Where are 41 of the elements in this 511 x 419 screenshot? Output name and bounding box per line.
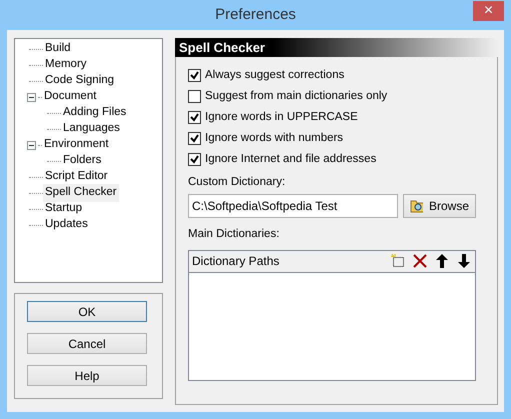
new-icon[interactable] xyxy=(390,253,406,269)
field-label: Custom Dictionary: xyxy=(188,175,286,190)
checkbox[interactable] xyxy=(188,69,201,82)
tree-item[interactable]: Memory xyxy=(43,56,89,74)
option-label: Suggest from main dictionaries only xyxy=(205,88,388,104)
delete-icon[interactable] xyxy=(412,253,428,269)
close-button[interactable]: × xyxy=(473,1,504,21)
dialog-button[interactable]: OK xyxy=(27,301,147,322)
option-label: Always suggest corrections xyxy=(205,68,344,83)
tree-item[interactable]: Folders xyxy=(61,152,104,170)
column-heading: Dictionary Paths xyxy=(192,253,280,270)
checkbox[interactable] xyxy=(188,90,201,103)
tree-item[interactable]: Adding Files xyxy=(61,104,128,122)
collapse-icon[interactable] xyxy=(27,92,36,102)
collapse-icon[interactable] xyxy=(27,140,36,150)
option-label: Ignore words with numbers xyxy=(205,130,344,146)
folder-search-icon xyxy=(410,198,423,214)
tree-item[interactable]: Startup xyxy=(43,200,84,218)
checkbox[interactable] xyxy=(188,132,201,145)
option-label: Ignore words in UPPERCASE xyxy=(205,110,358,125)
down-arrow-icon[interactable] xyxy=(456,253,472,269)
tree-item[interactable]: Environment xyxy=(42,136,111,154)
tree-item[interactable]: Updates xyxy=(43,216,90,234)
checkbox[interactable] xyxy=(188,153,201,166)
dialog-button[interactable]: Help xyxy=(27,365,147,386)
input-field[interactable]: C:\Softpedia\Softpedia Test xyxy=(188,194,398,218)
checkbox[interactable] xyxy=(188,111,201,124)
dictionary-list[interactable]: Dictionary Paths xyxy=(188,250,476,380)
tree-item[interactable]: Spell Checker xyxy=(43,184,119,202)
field-label: Main Dictionaries: xyxy=(188,227,280,242)
panel-title: Spell Checker xyxy=(175,38,498,57)
tree-item[interactable]: Code Signing xyxy=(43,72,116,90)
window-title: Preferences xyxy=(215,4,296,25)
tree-item[interactable]: Script Editor xyxy=(43,168,110,186)
tree-item[interactable]: Document xyxy=(42,88,98,106)
dialog-button[interactable]: Cancel xyxy=(27,333,147,354)
up-arrow-icon[interactable] xyxy=(434,253,450,269)
option-label: Ignore Internet and file addresses xyxy=(205,152,376,167)
tree-item[interactable]: Languages xyxy=(61,120,122,138)
browse-button[interactable]: Browse xyxy=(403,194,476,218)
tree-item[interactable]: Build xyxy=(43,40,73,58)
